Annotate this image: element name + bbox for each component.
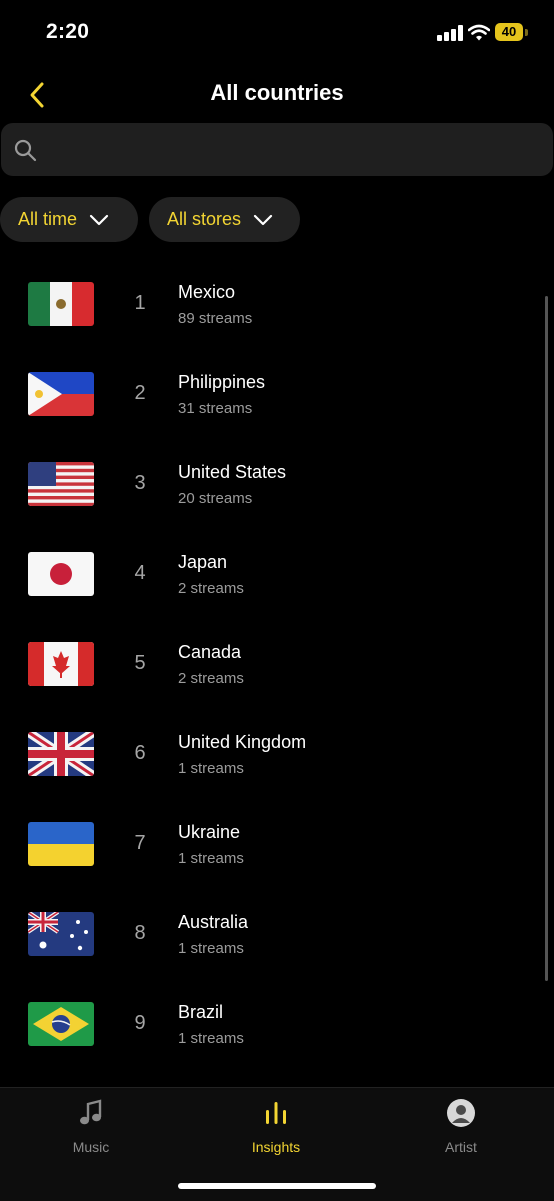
canada-flag-icon (28, 642, 94, 686)
brazil-flag-icon (28, 1002, 94, 1046)
cellular-signal-icon (437, 25, 463, 41)
country-row[interactable]: 5 Canada 2 streams (0, 630, 554, 720)
united-kingdom-flag-icon (28, 732, 94, 776)
country-name: United Kingdom (178, 732, 307, 752)
japan-flag-icon (28, 552, 94, 596)
country-row[interactable]: 3 United States 20 streams (0, 450, 554, 540)
country-row[interactable]: 2 Philippines 31 streams (0, 360, 554, 450)
country-row[interactable]: 4 Japan 2 streams (0, 540, 554, 630)
country-row[interactable]: 1 Mexico 89 streams (0, 270, 554, 360)
united-states-flag-icon (28, 462, 94, 506)
time-filter-label: All time (18, 209, 78, 229)
stream-count: 20 streams (178, 490, 253, 507)
chevron-down-icon (253, 214, 273, 225)
store-filter-dropdown[interactable]: All stores (149, 197, 300, 242)
search-input[interactable] (47, 133, 541, 167)
country-row[interactable]: 9 Brazil 1 streams (0, 990, 554, 1080)
tab-music[interactable]: Music (31, 1098, 151, 1155)
rank-number: 9 (134, 1012, 146, 1034)
scrollbar[interactable] (545, 296, 548, 981)
bar-chart-icon (266, 1102, 286, 1124)
philippines-flag-icon (28, 372, 94, 416)
country-name: Japan (178, 552, 228, 572)
mexico-flag-icon (28, 282, 94, 326)
stream-count: 1 streams (178, 760, 244, 777)
tab-label: Artist (445, 1139, 477, 1155)
stream-count: 2 streams (178, 580, 244, 597)
tab-artist[interactable]: Artist (401, 1098, 521, 1155)
rank-number: 2 (134, 382, 146, 404)
search-icon (14, 139, 37, 162)
country-row[interactable]: 6 United Kingdom 1 streams (0, 720, 554, 810)
wifi-icon (468, 24, 490, 41)
tab-label: Music (72, 1139, 110, 1155)
ukraine-flag-icon (28, 822, 94, 866)
stream-count: 89 streams (178, 310, 253, 327)
rank-number: 6 (134, 742, 146, 764)
country-name: Canada (178, 642, 242, 662)
avatar (447, 1099, 475, 1127)
rank-number: 8 (134, 922, 146, 944)
country-row[interactable]: 8 Australia 1 streams (0, 900, 554, 990)
rank-number: 4 (134, 562, 146, 584)
home-indicator (178, 1183, 376, 1189)
rank-number: 7 (134, 832, 146, 854)
status-time: 2:20 (46, 20, 90, 43)
stream-count: 1 streams (178, 940, 244, 957)
page-title: All countries (210, 80, 344, 105)
battery-tip (525, 29, 528, 36)
search-bar[interactable] (1, 123, 553, 176)
country-name: United States (178, 462, 287, 482)
rank-number: 5 (134, 652, 146, 674)
country-name: Ukraine (178, 822, 241, 842)
country-name: Australia (178, 912, 249, 932)
rank-number: 3 (134, 472, 146, 494)
stream-count: 31 streams (178, 400, 253, 417)
country-name: Philippines (178, 372, 266, 392)
australia-flag-icon (28, 912, 94, 956)
store-filter-label: All stores (167, 209, 242, 229)
stream-count: 1 streams (178, 1030, 244, 1047)
chevron-down-icon (89, 214, 109, 225)
battery-icon: 40 (495, 23, 523, 41)
time-filter-dropdown[interactable]: All time (0, 197, 138, 242)
status-bar: 2:20 40 (0, 0, 554, 66)
stream-count: 1 streams (178, 850, 244, 867)
rank-number: 1 (134, 292, 146, 314)
music-note-icon (80, 1099, 102, 1125)
country-name: Mexico (178, 282, 236, 302)
tab-insights[interactable]: Insights (216, 1098, 336, 1155)
country-row[interactable]: 7 Ukraine 1 streams (0, 810, 554, 900)
tab-label: Insights (251, 1139, 301, 1155)
stream-count: 2 streams (178, 670, 244, 687)
country-name: Brazil (178, 1002, 224, 1022)
